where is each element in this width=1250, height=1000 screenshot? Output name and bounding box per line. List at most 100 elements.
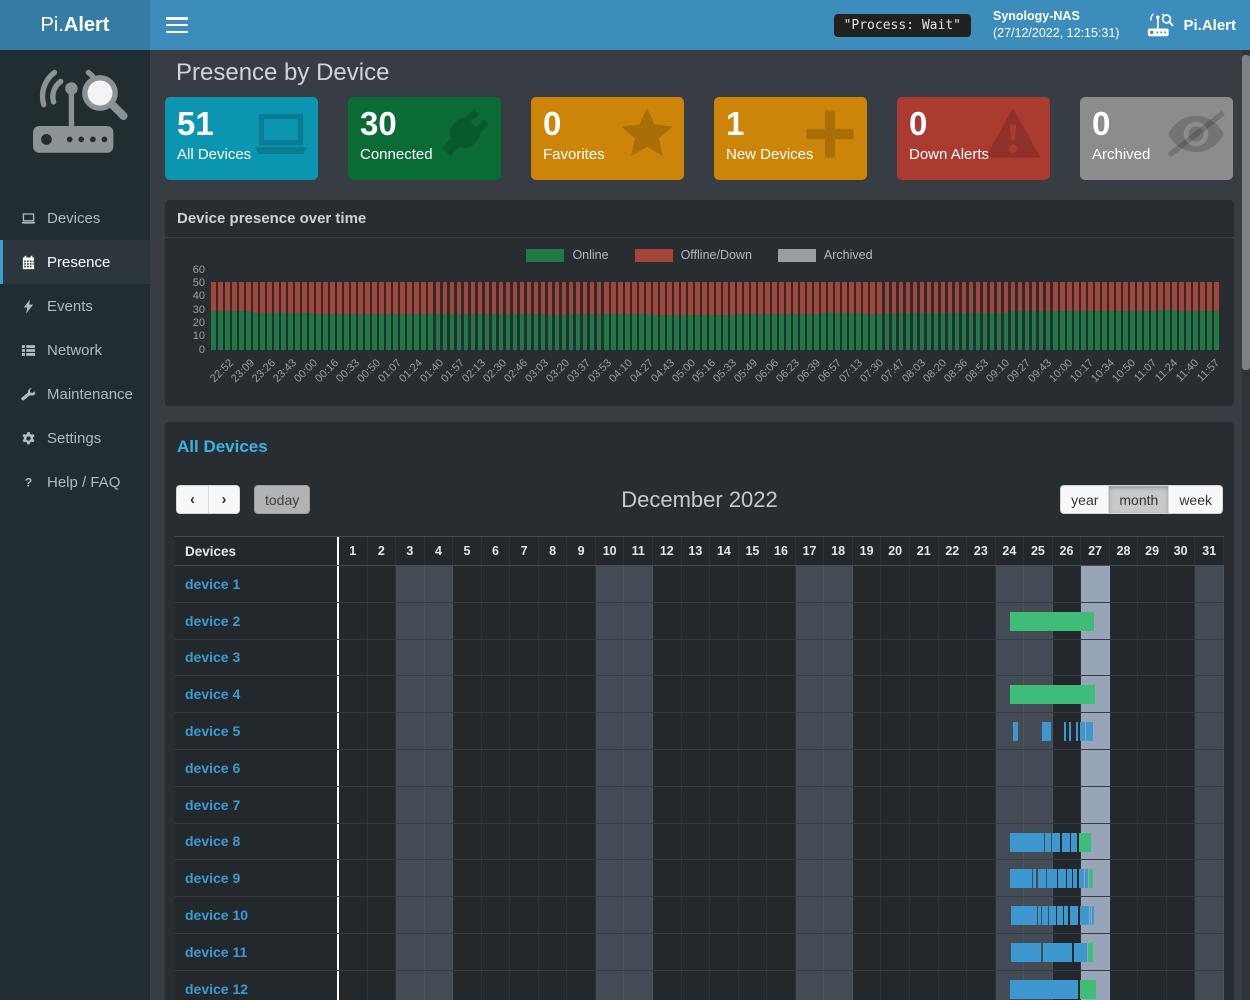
day-column-29 (1138, 750, 1167, 786)
device-timeline (339, 640, 1224, 676)
scrollbar-track[interactable] (1242, 50, 1250, 1000)
device-link[interactable]: device 8 (185, 833, 240, 849)
presence-event-session[interactable] (1071, 833, 1077, 852)
presence-event-session[interactable] (1062, 833, 1070, 852)
presence-event-session[interactable] (1070, 906, 1079, 925)
presence-event-session[interactable] (1010, 980, 1078, 999)
day-column-16 (767, 934, 796, 970)
navbar-app-link[interactable]: Pi.Alert (1145, 12, 1236, 38)
presence-event-current[interactable] (1079, 833, 1090, 852)
presence-event-session[interactable] (1067, 869, 1072, 888)
sidebar-item-network[interactable]: Network (0, 328, 150, 372)
device-link[interactable]: device 10 (185, 907, 248, 923)
presence-event-session[interactable] (1011, 943, 1041, 962)
presence-event-current[interactable] (1088, 943, 1092, 962)
stat-card-down-alerts[interactable]: 0Down Alerts (897, 97, 1050, 180)
day-header-2: 2 (368, 537, 397, 565)
day-column-9 (567, 971, 596, 1000)
device-link[interactable]: device 6 (185, 760, 240, 776)
day-column-5 (453, 934, 482, 970)
presence-event-session[interactable] (1043, 943, 1072, 962)
device-link[interactable]: device 4 (185, 686, 240, 702)
presence-event-session[interactable] (1010, 869, 1032, 888)
presence-event-session[interactable] (1090, 906, 1092, 925)
presence-event-session[interactable] (1064, 722, 1066, 741)
device-link[interactable]: device 7 (185, 797, 240, 813)
device-link[interactable]: device 5 (185, 723, 240, 739)
sidebar-item-events[interactable]: Events (0, 284, 150, 328)
sidebar-item-help-faq[interactable]: ?Help / FAQ (0, 460, 150, 504)
presence-event-session[interactable] (1064, 906, 1069, 925)
day-column-31 (1195, 971, 1224, 1000)
presence-event-session[interactable] (1052, 833, 1060, 852)
presence-event-session[interactable] (1045, 833, 1051, 852)
presence-event-session[interactable] (1092, 906, 1094, 925)
sidebar-item-presence[interactable]: Presence (0, 240, 150, 284)
presence-event-session[interactable] (1076, 722, 1078, 741)
legend-item-offline-down[interactable]: Offline/Down (635, 248, 752, 262)
presence-event-session[interactable] (1011, 906, 1037, 925)
day-column-3 (396, 787, 425, 823)
brand-logo[interactable]: Pi.Alert (0, 0, 150, 50)
scrollbar-thumb[interactable] (1242, 55, 1250, 370)
presence-event-session[interactable] (1010, 833, 1044, 852)
legend-item-archived[interactable]: Archived (778, 248, 873, 262)
device-link[interactable]: device 1 (185, 576, 240, 592)
presence-event-current[interactable] (1010, 612, 1094, 631)
sidebar-item-devices[interactable]: Devices (0, 196, 150, 240)
presence-event-session[interactable] (1073, 869, 1077, 888)
presence-event-session[interactable] (1038, 906, 1041, 925)
chart-plot-area: 0102030405060 (211, 270, 1218, 350)
presence-event-session[interactable] (1080, 722, 1085, 741)
presence-event-current[interactable] (1080, 980, 1096, 999)
sidebar-toggle-button[interactable] (166, 17, 188, 33)
day-column-5 (453, 971, 482, 1000)
presence-event-session[interactable] (1038, 869, 1046, 888)
device-link[interactable]: device 12 (185, 981, 248, 997)
device-link[interactable]: device 9 (185, 870, 240, 886)
day-column-13 (682, 971, 711, 1000)
presence-event-session[interactable] (1049, 906, 1056, 925)
device-link[interactable]: device 3 (185, 649, 240, 665)
day-column-21 (910, 934, 939, 970)
calendar-view-week-button[interactable]: week (1168, 485, 1223, 514)
stat-card-new-devices[interactable]: 1New Devices (714, 97, 867, 180)
device-link[interactable]: device 11 (185, 944, 247, 960)
day-column-29 (1138, 897, 1167, 933)
device-link[interactable]: device 2 (185, 613, 240, 629)
presence-event-session[interactable] (1074, 943, 1087, 962)
legend-item-online[interactable]: Online (526, 248, 608, 262)
day-column-7 (510, 750, 539, 786)
presence-event-session[interactable] (1013, 722, 1019, 741)
presence-event-session[interactable] (1069, 722, 1071, 741)
presence-event-session[interactable] (1086, 906, 1088, 925)
calendar-view-year-button[interactable]: year (1060, 485, 1108, 514)
stat-card-connected[interactable]: 30Connected (348, 97, 501, 180)
calendar-view-month-button[interactable]: month (1108, 485, 1168, 514)
x-tick-label: 05:33 (712, 357, 740, 385)
presence-event-session[interactable] (1058, 869, 1065, 888)
presence-event-session[interactable] (1086, 722, 1093, 741)
chart-bar (246, 282, 251, 350)
presence-event-current[interactable] (1089, 869, 1093, 888)
presence-event-session[interactable] (1047, 869, 1057, 888)
stat-card-favorites[interactable]: 0Favorites (531, 97, 684, 180)
presence-event-session[interactable] (1057, 906, 1063, 925)
presence-event-session[interactable] (1042, 722, 1051, 741)
day-column-5 (453, 750, 482, 786)
hamburger-icon (166, 17, 188, 20)
presence-event-session[interactable] (1085, 869, 1088, 888)
sidebar-item-maintenance[interactable]: Maintenance (0, 372, 150, 416)
stat-card-archived[interactable]: 0Archived (1080, 97, 1233, 180)
stat-card-all-devices[interactable]: 51All Devices (165, 97, 318, 180)
day-column-2 (368, 750, 397, 786)
presence-event-session[interactable] (1042, 906, 1047, 925)
presence-event-session[interactable] (1079, 869, 1084, 888)
presence-event-session[interactable] (1033, 869, 1036, 888)
presence-event-current[interactable] (1010, 685, 1095, 704)
presence-event-session[interactable] (1080, 906, 1086, 925)
chart-bar (1151, 282, 1156, 350)
day-column-9 (567, 934, 596, 970)
day-header-1: 1 (339, 537, 368, 565)
sidebar-item-settings[interactable]: Settings (0, 416, 150, 460)
